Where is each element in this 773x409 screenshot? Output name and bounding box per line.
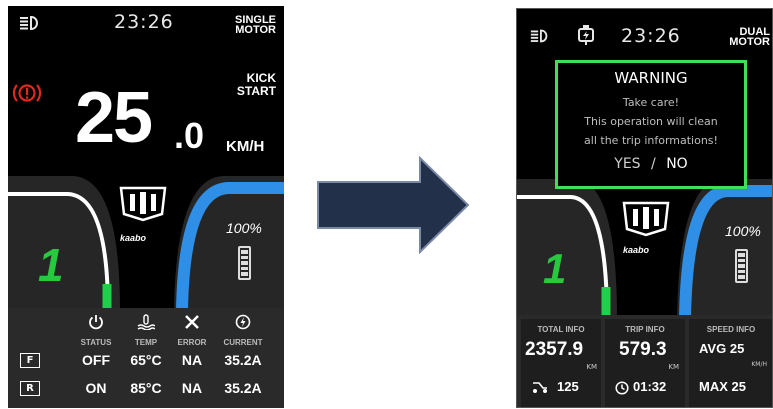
battery-percent: 100% xyxy=(226,220,262,236)
warning-title: WARNING xyxy=(614,69,688,87)
clock: 23:26 xyxy=(114,11,174,33)
avg-speed: AVG 25 xyxy=(699,341,745,356)
headlight-icon xyxy=(529,27,551,49)
battery-percent: 100% xyxy=(725,223,761,239)
rear-status: ON xyxy=(85,380,107,396)
speed-unit: KM/H xyxy=(226,138,265,155)
brand-label: kaabo xyxy=(623,245,650,255)
front-status: OFF xyxy=(82,352,110,368)
motor-mode-label: SINGLE MOTOR xyxy=(235,14,276,36)
kick-start-label: KICK START xyxy=(236,71,276,98)
wrench-icon xyxy=(170,314,214,334)
error-header: ERROR xyxy=(177,338,207,347)
clock: 23:26 xyxy=(621,25,681,47)
rear-temp: 85°C xyxy=(130,380,162,396)
no-button[interactable]: NO xyxy=(666,156,688,172)
front-temp: 65°C xyxy=(130,352,162,368)
trip-time: 01:32 xyxy=(633,379,667,394)
transition-arrow-icon xyxy=(317,156,470,254)
yes-button[interactable]: YES xyxy=(614,156,640,172)
rear-error: NA xyxy=(181,380,203,396)
temp-header: TEMP xyxy=(134,338,158,347)
trip-info-card: TRIP INFO 579.3 KM 01:32 xyxy=(605,319,685,407)
battery-icon xyxy=(238,246,251,280)
warning-dialog: WARNING Take care! This operation will c… xyxy=(555,60,747,189)
speed-decimal: .0 xyxy=(174,115,205,156)
brake-warning-icon xyxy=(12,82,42,108)
gear-indicator: 1 xyxy=(543,245,567,292)
trip-info-panel: TOTAL INFO 2357.9 KM 125 TRIP INFO 579.3… xyxy=(517,315,772,407)
brand-label: kaabo xyxy=(120,233,147,243)
speed-arcs xyxy=(517,179,772,319)
charging-plug-icon xyxy=(577,24,595,50)
speed-value: 25 xyxy=(75,78,153,158)
front-current: 35.2A xyxy=(224,352,262,368)
current-header: CURRENT xyxy=(223,338,263,347)
kaabo-logo xyxy=(118,184,168,226)
speed-info-label: SPEED INFO xyxy=(706,325,756,334)
trip-distance: 579.3 xyxy=(619,339,667,360)
motor-mode-label: DUAL MOTOR xyxy=(729,26,770,48)
total-distance: 2357.9 xyxy=(525,339,584,360)
speed-unit: KM/H xyxy=(751,361,767,368)
current-icon xyxy=(218,314,268,334)
headlight-icon xyxy=(18,14,42,36)
option-separator: / xyxy=(651,156,656,172)
total-unit: KM xyxy=(586,363,597,371)
rear-current: 35.2A xyxy=(224,380,262,396)
front-motor-label: F xyxy=(20,353,40,368)
kaabo-logo xyxy=(621,199,671,241)
temperature-icon xyxy=(124,314,168,334)
power-icon xyxy=(74,314,118,334)
total-sub-value: 125 xyxy=(557,379,579,394)
clock-icon xyxy=(615,380,629,399)
rear-motor-label: R xyxy=(20,381,40,396)
total-info-label: TOTAL INFO xyxy=(537,325,585,334)
front-error: NA xyxy=(181,352,203,368)
speed-info-card: SPEED INFO AVG 25 KM/H MAX 25 xyxy=(689,319,772,407)
status-header: STATUS xyxy=(80,338,112,347)
warning-message: Take care! This operation will clean all… xyxy=(584,96,718,147)
max-speed: MAX 25 xyxy=(699,379,746,394)
dashboard-screen-single-motor: 23:26 SINGLE MOTOR KICK START 25 .0 KM/H k… xyxy=(8,6,284,408)
gear-indicator: 1 xyxy=(38,239,64,291)
total-info-card: TOTAL INFO 2357.9 KM 125 xyxy=(521,319,601,407)
battery-icon xyxy=(735,249,748,283)
trip-info-label: TRIP INFO xyxy=(625,325,665,334)
dashboard-screen-dual-motor: 23:26 DUAL MOTOR kaabo 1 100% WARNING Tak… xyxy=(516,8,773,408)
scooter-icon xyxy=(531,379,549,398)
motor-status-panel: STATUS TEMP ERROR CURRENT F OFF 65°C NA … xyxy=(8,308,284,408)
trip-unit: KM xyxy=(668,363,679,371)
